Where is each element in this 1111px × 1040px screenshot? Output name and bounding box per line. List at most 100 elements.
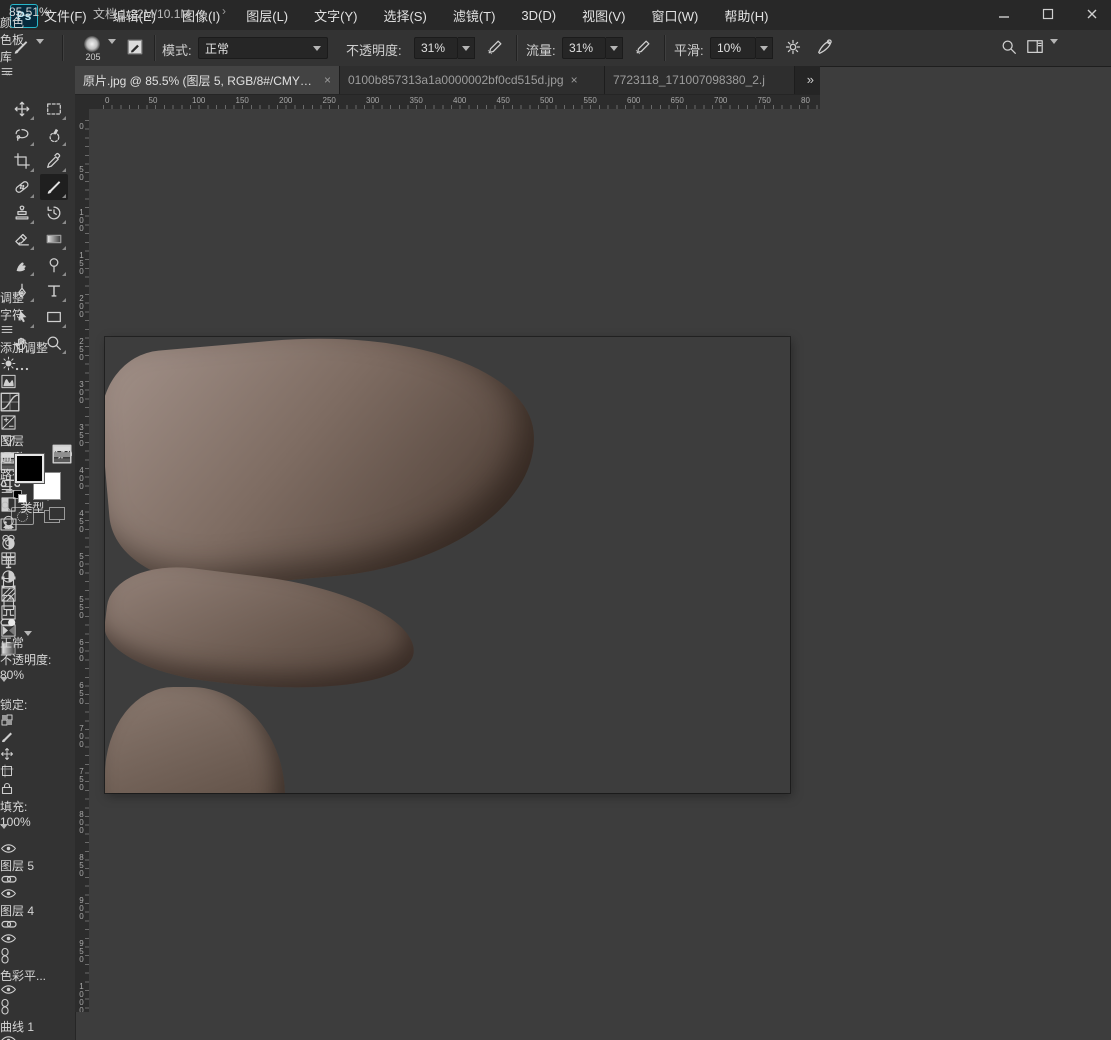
tab-overflow-icon[interactable]: » <box>807 72 812 87</box>
flow-label: 流量: <box>526 40 556 59</box>
layer-row[interactable]: 色相/饱... <box>0 1035 253 1040</box>
workspace-chevron[interactable] <box>1050 44 1058 58</box>
maximize-button[interactable] <box>1033 2 1063 26</box>
lock-artboard-icon[interactable] <box>0 764 253 781</box>
layer-visibility-toggle[interactable] <box>0 1035 253 1040</box>
adj-huesat-icon[interactable] <box>52 444 72 464</box>
layer-name[interactable]: 色彩平... <box>0 967 253 984</box>
close-button[interactable] <box>1077 2 1107 26</box>
adjustment-filter-icon[interactable] <box>0 536 253 554</box>
layer-name[interactable]: 图层 4 <box>0 902 253 919</box>
lock-pixels-icon[interactable] <box>0 730 253 747</box>
add-adjustment-label: 添加调整 <box>0 339 253 356</box>
smoothing-label: 平滑: <box>674 40 704 59</box>
flow-input[interactable]: 31% <box>562 37 606 59</box>
fill-chevron[interactable] <box>0 829 253 843</box>
menu-filter[interactable]: 滤镜(T) <box>453 6 496 25</box>
blend-mode-select[interactable]: 正常 <box>0 634 112 651</box>
ruler-h-label: 350 <box>410 96 423 105</box>
flow-input-chevron[interactable] <box>606 37 623 59</box>
layer-visibility-toggle[interactable] <box>0 984 253 998</box>
layer-visibility-toggle[interactable] <box>0 933 253 947</box>
search-icon[interactable] <box>1000 38 1020 58</box>
mask-link-icon[interactable] <box>0 998 253 1018</box>
menu-view[interactable]: 视图(V) <box>582 6 625 25</box>
adjustments-panel-menu-icon[interactable] <box>0 323 253 339</box>
lock-all-icon[interactable] <box>0 781 253 798</box>
curves-icon[interactable] <box>0 392 253 415</box>
color-panel-tab[interactable]: 色板 <box>0 31 253 48</box>
layer-row[interactable]: 曲线 1 <box>0 984 253 1035</box>
pixel-filter-icon[interactable] <box>0 516 253 536</box>
brightness-contrast-icon[interactable] <box>0 356 253 374</box>
foreground-color-swatch[interactable] <box>15 454 44 483</box>
menu-3d[interactable]: 3D(D) <box>521 8 556 23</box>
smoothing-input[interactable]: 10% <box>710 37 756 59</box>
size-pressure-icon[interactable] <box>816 38 836 58</box>
layers-panel-tab[interactable]: 图层 <box>0 432 253 449</box>
levels-icon[interactable] <box>0 374 253 392</box>
ruler-h-label: 750 <box>758 96 771 105</box>
ruler-h-label: 500 <box>540 96 553 105</box>
linked-layers-icon[interactable] <box>0 919 253 933</box>
ruler-h-label: 650 <box>671 96 684 105</box>
opacity-pressure-icon[interactable] <box>486 38 506 58</box>
ruler-h-label: 450 <box>497 96 510 105</box>
adjustments-panel-tab[interactable]: 字符 <box>0 306 253 323</box>
layer-visibility-toggle[interactable] <box>0 888 253 902</box>
smart-object-filter-icon[interactable] <box>0 594 253 614</box>
lock-transparency-icon[interactable] <box>0 713 253 730</box>
layer-filter-select[interactable]: 类型 <box>0 499 96 516</box>
document-tab[interactable]: 0100b857313a1a0000002bf0cd515d.jpg× <box>340 66 605 94</box>
workspace-switcher-icon[interactable] <box>1026 38 1046 58</box>
layer-row[interactable]: 图层 4 <box>0 888 253 933</box>
ruler-h-label: 300 <box>366 96 379 105</box>
airbrush-icon[interactable] <box>634 38 654 58</box>
layers-panel: 图层通道路径 类型 正常 不透明度: 80% <box>0 432 253 974</box>
smoothing-input-chevron[interactable] <box>756 37 773 59</box>
photoshop-window: Ps 文件(F)编辑(E)图像(I)图层(L)文字(Y)选择(S)滤镜(T)3D… <box>0 0 1111 1040</box>
eye-icon <box>0 888 17 902</box>
eye-icon <box>0 1035 17 1040</box>
color-panel-tab[interactable]: 库 <box>0 48 253 65</box>
status-chevron-icon[interactable]: › <box>222 4 226 18</box>
menu-help[interactable]: 帮助(H) <box>724 6 768 25</box>
close-tab-icon[interactable]: × <box>324 73 331 87</box>
layer-opacity-chevron[interactable] <box>0 682 253 696</box>
zoom-level[interactable]: 85.51% <box>9 5 50 19</box>
layer-visibility-toggle[interactable] <box>0 843 253 857</box>
menu-type[interactable]: 文字(Y) <box>314 6 357 25</box>
document-tab[interactable]: 7723118_171007098380_2.j <box>605 66 795 94</box>
adjustments-panel-tab[interactable]: 调整 <box>0 289 253 306</box>
type-filter-icon[interactable] <box>0 554 253 574</box>
ruler-h-label: 700 <box>714 96 727 105</box>
opacity-input-chevron[interactable] <box>458 37 475 59</box>
eye-icon <box>0 933 17 947</box>
opacity-input[interactable]: 31% <box>414 37 458 59</box>
layer-name[interactable]: 图层 5 <box>0 857 253 874</box>
layer-list: 图层 5图层 4色彩平...曲线 1色相/饱...图层 3图层 2 拷贝图层 2… <box>0 843 253 1040</box>
opacity-label: 不透明度: <box>346 40 402 59</box>
layer-name[interactable]: 曲线 1 <box>0 1018 253 1035</box>
ruler-h-label: 400 <box>453 96 466 105</box>
ruler-h-label: 250 <box>323 96 336 105</box>
linked-layers-icon[interactable] <box>0 874 253 888</box>
options-separator <box>664 35 666 61</box>
smoothing-options-gear-icon[interactable] <box>784 38 804 58</box>
mask-link-icon[interactable] <box>0 947 253 967</box>
layer-row[interactable]: 图层 5 <box>0 843 253 888</box>
lock-position-icon[interactable] <box>0 747 253 764</box>
filter-toggle-icon[interactable] <box>0 614 253 634</box>
menu-select[interactable]: 选择(S) <box>383 6 426 25</box>
document-info: 文档:1.22M/10.1M <box>93 5 190 22</box>
layer-row[interactable]: 色彩平... <box>0 933 253 984</box>
opacity-input-value: 31% <box>421 41 445 55</box>
options-separator <box>516 35 518 61</box>
close-tab-icon[interactable]: × <box>571 73 578 87</box>
eye-icon <box>0 984 17 998</box>
minimize-button[interactable] <box>989 2 1019 26</box>
shape-filter-icon[interactable] <box>0 574 253 594</box>
menu-window[interactable]: 窗口(W) <box>651 6 698 25</box>
color-panel-menu-icon[interactable] <box>0 65 253 81</box>
exposure-icon[interactable] <box>0 415 253 433</box>
